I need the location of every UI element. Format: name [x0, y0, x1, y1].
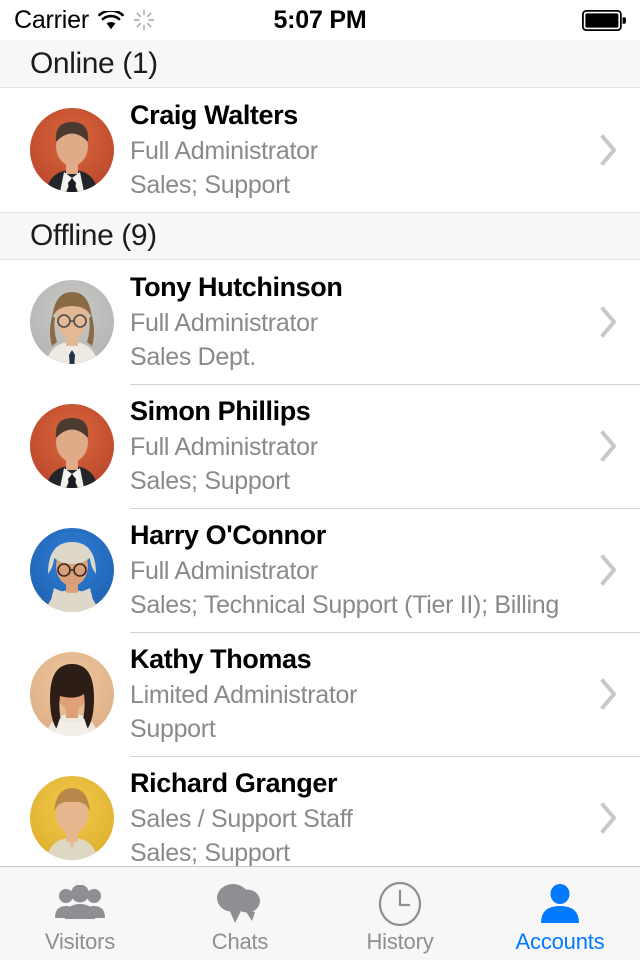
status-bar-left: Carrier	[14, 5, 155, 34]
account-role: Full Administrator	[130, 136, 318, 165]
speech-bubbles-icon[interactable]	[215, 881, 265, 927]
chevron-right-icon[interactable]	[596, 301, 622, 343]
section-header: Online (1)	[0, 40, 640, 88]
account-text: Tony Hutchinson Full Administrator Sales D…	[130, 270, 592, 374]
avatar	[30, 404, 114, 488]
avatar	[30, 528, 114, 612]
chevron-right-icon[interactable]	[596, 129, 622, 171]
account-row[interactable]: Harry O'Connor Full Administrator Sales; T…	[0, 508, 640, 632]
account-text: Kathy Thomas Limited Administrator Support	[130, 642, 592, 746]
account-role: Full Administrator	[130, 308, 318, 337]
app-root: Carrier 5:07 PM Online (1) Craig Walters…	[0, 0, 640, 960]
tab-label: Accounts	[515, 928, 605, 954]
account-role: Sales / Support Staff	[130, 804, 353, 833]
account-name: Harry O'Connor	[130, 520, 326, 551]
group-people-icon[interactable]	[55, 881, 105, 927]
account-text: Harry O'Connor Full Administrator Sales; T…	[130, 518, 592, 622]
chevron-right-icon[interactable]	[596, 797, 622, 839]
account-role: Limited Administrator	[130, 680, 358, 709]
clock-icon[interactable]	[378, 881, 422, 927]
account-name: Kathy Thomas	[130, 644, 312, 675]
tab-history[interactable]: History	[320, 867, 480, 960]
account-name: Richard Granger	[130, 768, 338, 799]
account-row[interactable]: Simon Phillips Full Administrator Sales; S…	[0, 384, 640, 508]
tab-bar: Visitors Chats History Accounts	[0, 866, 640, 960]
account-departments: Support	[130, 714, 216, 743]
account-role: Full Administrator	[130, 432, 318, 461]
tab-label: History	[366, 928, 434, 954]
avatar	[30, 652, 114, 736]
accounts-list[interactable]: Online (1) Craig Walters Full Administrato…	[0, 40, 640, 866]
chevron-right-icon[interactable]	[596, 549, 622, 591]
account-name: Craig Walters	[130, 100, 298, 131]
battery-full-icon	[581, 9, 626, 31]
tab-visitors[interactable]: Visitors	[0, 867, 160, 960]
account-name: Tony Hutchinson	[130, 272, 343, 303]
account-departments: Sales; Technical Support (Tier II); Bill…	[130, 590, 559, 619]
tab-label: Visitors	[44, 928, 116, 954]
tab-accounts[interactable]: Accounts	[480, 867, 640, 960]
carrier-label: Carrier	[14, 5, 89, 34]
account-text: Craig Walters Full Administrator Sales; Su…	[130, 98, 592, 202]
account-departments: Sales; Support	[130, 838, 290, 866]
account-text: Simon Phillips Full Administrator Sales; S…	[130, 394, 592, 498]
section-header: Offline (9)	[0, 212, 640, 260]
avatar	[30, 776, 114, 860]
account-row[interactable]: Kathy Thomas Limited Administrator Support	[0, 632, 640, 756]
account-departments: Sales Dept.	[130, 342, 256, 371]
tab-label: Chats	[211, 928, 269, 954]
account-departments: Sales; Support	[130, 170, 290, 199]
wifi-icon	[98, 8, 124, 30]
avatar	[30, 108, 114, 192]
account-name: Simon Phillips	[130, 396, 311, 427]
activity-spinner-icon	[133, 9, 155, 31]
tab-chats[interactable]: Chats	[160, 867, 320, 960]
avatar	[30, 280, 114, 364]
person-icon[interactable]	[539, 881, 581, 927]
account-row[interactable]: Tony Hutchinson Full Administrator Sales D…	[0, 260, 640, 384]
account-row[interactable]: Richard Granger Sales / Support Staff Sale…	[0, 756, 640, 866]
chevron-right-icon[interactable]	[596, 425, 622, 467]
chevron-right-icon[interactable]	[596, 673, 622, 715]
status-bar: Carrier 5:07 PM	[0, 0, 640, 40]
account-text: Richard Granger Sales / Support Staff Sale…	[130, 766, 592, 866]
status-bar-right	[581, 9, 626, 31]
account-departments: Sales; Support	[130, 466, 290, 495]
account-row[interactable]: Craig Walters Full Administrator Sales; Su…	[0, 88, 640, 212]
account-role: Full Administrator	[130, 556, 318, 585]
